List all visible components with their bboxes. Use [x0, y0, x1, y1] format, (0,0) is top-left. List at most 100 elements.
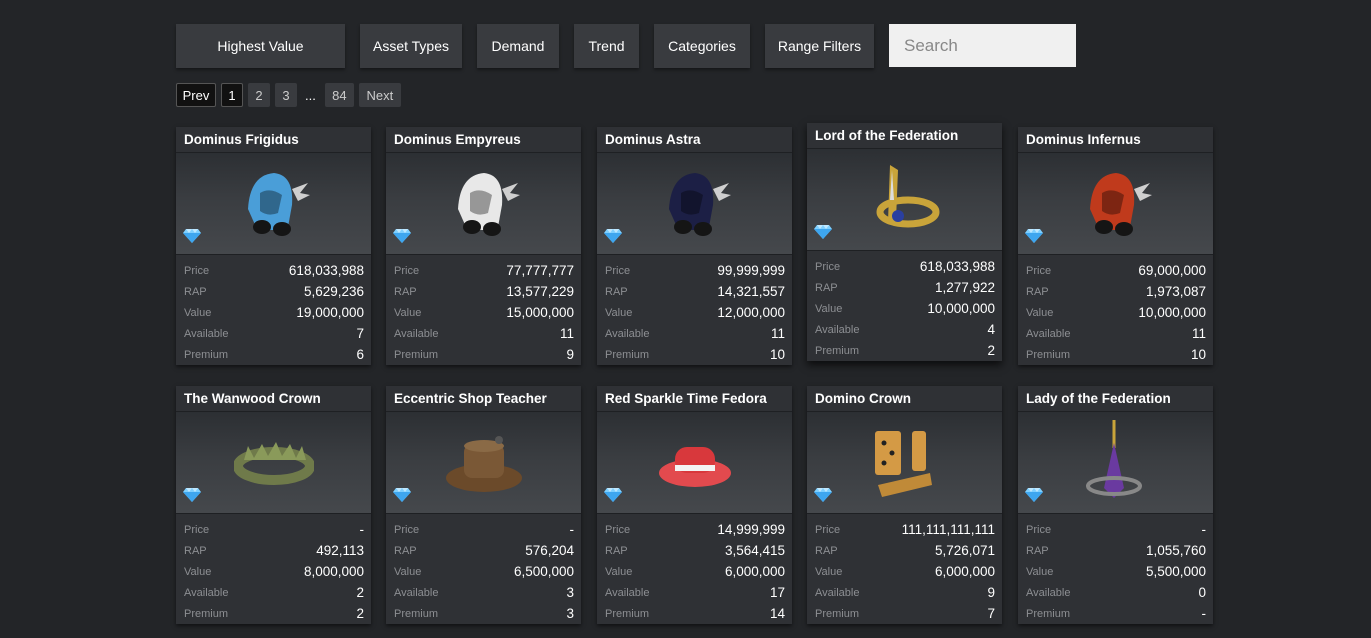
stat-row-available: Available 7	[184, 323, 364, 344]
item-stats: Price 69,000,000 RAP 1,973,087 Value 10,…	[1018, 255, 1213, 365]
stat-row-available: Available 11	[605, 323, 785, 344]
page-2-button[interactable]: 2	[248, 83, 270, 107]
stat-row-price: Price 99,999,999	[605, 260, 785, 281]
stat-row-value: Value 10,000,000	[815, 298, 995, 319]
next-page-button[interactable]: Next	[358, 83, 401, 107]
price-value: 618,033,988	[919, 259, 995, 274]
price-label: Price	[394, 264, 420, 277]
premium-label: Premium	[394, 348, 439, 361]
page-3-button[interactable]: 3	[275, 83, 297, 107]
available-value: 17	[769, 585, 785, 600]
stat-row-premium: Premium 2	[184, 603, 364, 624]
item-thumbnail[interactable]	[386, 411, 581, 514]
stat-row-premium: Premium 7	[815, 603, 995, 624]
item-name[interactable]: Dominus Astra	[597, 127, 792, 152]
item-name[interactable]: Domino Crown	[807, 386, 1002, 411]
available-value: 11	[770, 326, 785, 341]
item-thumbnail[interactable]	[176, 411, 371, 514]
price-value: 618,033,988	[288, 263, 364, 278]
item-thumbnail[interactable]	[807, 148, 1002, 251]
filter-bar: Highest Value Asset Types Demand Trend C…	[176, 24, 1076, 68]
trend-button[interactable]: Trend	[574, 24, 639, 68]
item-thumbnail[interactable]	[1018, 152, 1213, 255]
item-thumbnail[interactable]	[1018, 411, 1213, 514]
item-card[interactable]: Eccentric Shop Teacher Price - RAP 576,2…	[386, 386, 581, 624]
stat-row-available: Available 11	[394, 323, 574, 344]
value-label: Value	[394, 306, 422, 319]
premium-label: Premium	[815, 607, 860, 620]
available-value: 0	[1198, 585, 1206, 600]
item-card[interactable]: Red Sparkle Time Fedora Price 14,999,999…	[597, 386, 792, 624]
stat-row-rap: RAP 13,577,229	[394, 281, 574, 302]
search-input[interactable]	[889, 24, 1076, 67]
available-label: Available	[605, 586, 650, 599]
value-value: 15,000,000	[506, 305, 574, 320]
item-card[interactable]: Domino Crown Price 111,111,111,111 RAP 5…	[807, 386, 1002, 624]
prev-page-button[interactable]: Prev	[176, 83, 216, 107]
available-label: Available	[1026, 586, 1071, 599]
item-card[interactable]: Dominus Frigidus Price 618,033,988 RAP 5…	[176, 127, 371, 365]
price-label: Price	[1026, 264, 1052, 277]
stat-row-available: Available 11	[1026, 323, 1206, 344]
page-last-button[interactable]: 84	[324, 83, 354, 107]
item-name[interactable]: Red Sparkle Time Fedora	[597, 386, 792, 411]
item-name[interactable]: Dominus Frigidus	[176, 127, 371, 152]
value-label: Value	[184, 306, 212, 319]
price-value: -	[1201, 522, 1207, 537]
premium-label: Premium	[184, 348, 229, 361]
demand-button[interactable]: Demand	[477, 24, 559, 68]
stat-row-price: Price 14,999,999	[605, 519, 785, 540]
stat-row-rap: RAP 1,277,922	[815, 277, 995, 298]
page-1-button[interactable]: 1	[221, 83, 243, 107]
item-thumbnail[interactable]	[807, 411, 1002, 514]
item-name[interactable]: The Wanwood Crown	[176, 386, 371, 411]
item-thumbnail[interactable]	[176, 152, 371, 255]
categories-button[interactable]: Categories	[654, 24, 750, 68]
value-label: Value	[605, 306, 633, 319]
available-label: Available	[184, 586, 229, 599]
rap-value: 5,629,236	[303, 284, 364, 299]
item-name[interactable]: Lord of the Federation	[807, 123, 1002, 148]
premium-label: Premium	[1026, 348, 1071, 361]
item-stats: Price 99,999,999 RAP 14,321,557 Value 12…	[597, 255, 792, 365]
value-label: Value	[1026, 306, 1054, 319]
rap-value: 13,577,229	[506, 284, 574, 299]
premium-label: Premium	[605, 607, 650, 620]
value-label: Value	[815, 565, 843, 578]
value-value: 12,000,000	[717, 305, 785, 320]
stat-row-premium: Premium 10	[1026, 344, 1206, 365]
stat-row-value: Value 10,000,000	[1026, 302, 1206, 323]
item-name[interactable]: Eccentric Shop Teacher	[386, 386, 581, 411]
premium-label: Premium	[815, 344, 860, 357]
item-thumbnail[interactable]	[597, 411, 792, 514]
item-thumbnail[interactable]	[386, 152, 581, 255]
rap-label: RAP	[394, 285, 417, 298]
premium-value: -	[1201, 606, 1207, 621]
price-label: Price	[184, 264, 210, 277]
item-thumbnail[interactable]	[597, 152, 792, 255]
stat-row-price: Price 111,111,111,111	[815, 519, 995, 540]
item-name[interactable]: Dominus Empyreus	[386, 127, 581, 152]
stat-row-price: Price 618,033,988	[815, 256, 995, 277]
item-card[interactable]: Dominus Infernus Price 69,000,000 RAP 1,…	[1018, 127, 1213, 365]
item-card[interactable]: Dominus Astra Price 99,999,999 RAP 14,32…	[597, 127, 792, 365]
stat-row-price: Price 77,777,777	[394, 260, 574, 281]
item-card[interactable]: Lady of the Federation Price - RAP 1,055…	[1018, 386, 1213, 624]
highest-value-button[interactable]: Highest Value	[176, 24, 345, 68]
range-filters-button[interactable]: Range Filters	[765, 24, 874, 68]
asset-types-button[interactable]: Asset Types	[360, 24, 462, 68]
item-card[interactable]: Dominus Empyreus Price 77,777,777 RAP 13…	[386, 127, 581, 365]
rap-value: 1,973,087	[1145, 284, 1206, 299]
item-card[interactable]: Lord of the Federation Price 618,033,988…	[807, 123, 1002, 361]
item-name[interactable]: Lady of the Federation	[1018, 386, 1213, 411]
diamond-icon	[604, 228, 622, 249]
rap-value: 1,055,760	[1145, 543, 1206, 558]
item-card[interactable]: The Wanwood Crown Price - RAP 492,113 Va…	[176, 386, 371, 624]
diamond-icon	[814, 224, 832, 245]
pagination-ellipsis: ...	[305, 87, 316, 103]
stat-row-rap: RAP 5,726,071	[815, 540, 995, 561]
price-value: 111,111,111,111	[901, 522, 995, 537]
diamond-icon	[183, 487, 201, 508]
item-name[interactable]: Dominus Infernus	[1018, 127, 1213, 152]
item-stats: Price - RAP 576,204 Value 6,500,000 Avai…	[386, 514, 581, 624]
